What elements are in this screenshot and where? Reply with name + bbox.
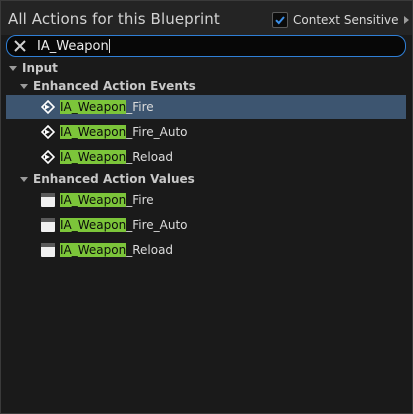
action-item[interactable]: IA_Weapon_Fire_Auto [6, 213, 406, 237]
action-label: IA_Weapon_Reload [60, 150, 173, 164]
context-sensitive-checkbox[interactable] [272, 12, 288, 28]
action-item[interactable]: IA_Weapon_Fire [6, 95, 406, 119]
clear-search-icon[interactable] [12, 38, 28, 54]
category-label: Enhanced Action Values [33, 172, 195, 186]
search-match: IA_Weapon [60, 218, 127, 232]
expand-arrow-icon[interactable] [9, 65, 17, 71]
label-suffix: _Fire_Auto [126, 125, 188, 139]
action-label: IA_Weapon_Fire_Auto [60, 125, 188, 139]
search-match: IA_Weapon [60, 150, 127, 164]
action-label: IA_Weapon_Fire [60, 193, 154, 207]
category-input[interactable]: Input [9, 59, 58, 77]
event-icon [41, 150, 55, 164]
action-item[interactable]: IA_Weapon_Fire_Auto [6, 120, 406, 144]
search-match: IA_Weapon [60, 100, 127, 114]
search-input[interactable] [37, 36, 377, 56]
value-node-icon [41, 193, 55, 207]
search-match: IA_Weapon [60, 125, 127, 139]
label-suffix: _Reload [126, 150, 174, 164]
action-label: IA_Weapon_Fire [60, 100, 154, 114]
label-suffix: _Fire [126, 193, 154, 207]
text-caret [109, 39, 110, 53]
action-item[interactable]: IA_Weapon_Reload [6, 145, 406, 169]
expand-arrow-icon[interactable] [20, 176, 28, 182]
checkmark-icon [275, 16, 285, 25]
event-icon [41, 100, 55, 114]
action-picker-panel: All Actions for this Blueprint Context S… [0, 0, 413, 414]
label-suffix: _Fire_Auto [126, 218, 188, 232]
value-node-icon [41, 218, 55, 232]
value-node-icon [41, 243, 55, 257]
context-sensitive-label: Context Sensitive [293, 13, 399, 27]
chevron-right-icon[interactable] [403, 16, 409, 24]
context-sensitive-toggle[interactable]: Context Sensitive [272, 12, 409, 28]
search-box[interactable] [6, 35, 406, 57]
label-suffix: _Fire [126, 100, 154, 114]
expand-arrow-icon[interactable] [20, 83, 28, 89]
action-label: IA_Weapon_Fire_Auto [60, 218, 188, 232]
action-item[interactable]: IA_Weapon_Fire [6, 188, 406, 212]
event-icon [41, 125, 55, 139]
category-label: Enhanced Action Events [33, 79, 196, 93]
category-enhanced-action-values[interactable]: Enhanced Action Values [20, 170, 195, 188]
action-label: IA_Weapon_Reload [60, 243, 173, 257]
panel-header: All Actions for this Blueprint Context S… [1, 1, 412, 35]
search-match: IA_Weapon [60, 193, 127, 207]
category-enhanced-action-events[interactable]: Enhanced Action Events [20, 77, 196, 95]
action-item[interactable]: IA_Weapon_Reload [6, 238, 406, 262]
category-label: Input [22, 61, 58, 75]
label-suffix: _Reload [126, 243, 174, 257]
panel-title: All Actions for this Blueprint [8, 10, 220, 28]
search-match: IA_Weapon [60, 243, 127, 257]
